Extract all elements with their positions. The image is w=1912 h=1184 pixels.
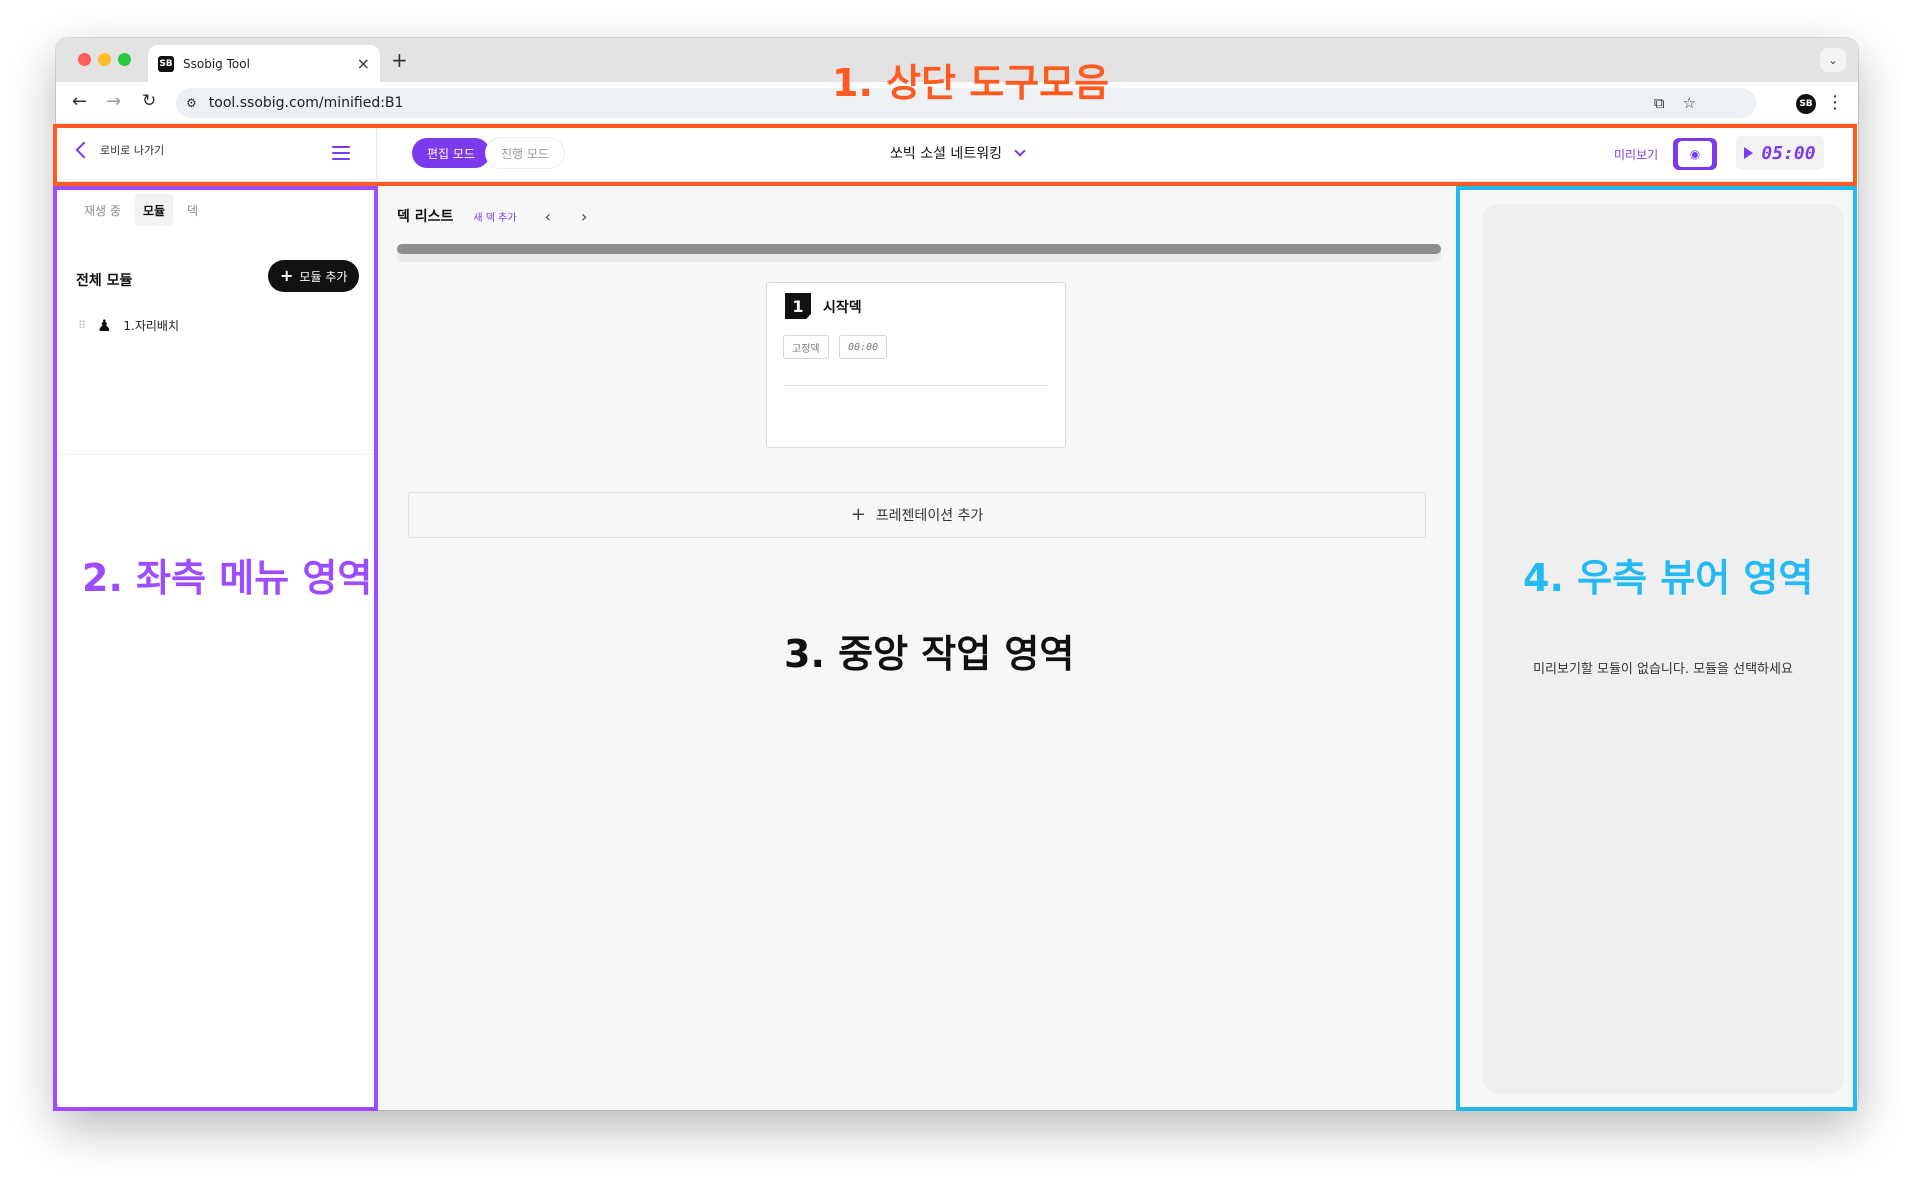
fixed-deck-badge: 고정덱 bbox=[783, 335, 829, 359]
deck-card[interactable]: 1 시작덱 고정덱 00:00 bbox=[766, 282, 1066, 448]
back-to-lobby-button[interactable]: 로비로 나가기 bbox=[74, 141, 165, 159]
close-window-button[interactable] bbox=[78, 53, 91, 66]
forward-arrow-icon[interactable]: → bbox=[106, 91, 121, 112]
add-module-button[interactable]: + 모듈 추가 bbox=[268, 260, 360, 292]
site-info-icon[interactable]: ⚙ bbox=[186, 96, 197, 110]
tab-title: Ssobig Tool bbox=[183, 56, 250, 71]
mode-toggle: 편집 모드 진행 모드 bbox=[412, 138, 564, 168]
left-panel-tabs: 재생 중 모듈 덱 bbox=[76, 194, 206, 226]
left-menu-panel: 재생 중 모듈 덱 전체 모듈 + 모듈 추가 ⠿ ♟ 1.자리배치 bbox=[56, 182, 376, 1110]
drag-handle-icon[interactable]: ⠿ bbox=[78, 319, 86, 332]
annotation-label-top-toolbar: 1. 상단 도구모음 bbox=[832, 61, 1110, 105]
deck-number-badge: 1 bbox=[785, 293, 811, 319]
add-presentation-button[interactable]: + 프레젠테이션 추가 bbox=[408, 492, 1426, 538]
timer-value: 05:00 bbox=[1761, 142, 1816, 164]
plus-icon: + bbox=[850, 504, 866, 525]
back-to-lobby-label: 로비로 나가기 bbox=[100, 144, 165, 157]
deck-duration-badge: 00:00 bbox=[839, 335, 888, 359]
deck-list-header: 덱 리스트 새 덱 추가 ‹ › bbox=[397, 206, 587, 226]
bookmark-star-icon[interactable]: ☆ bbox=[1683, 94, 1696, 112]
maximize-window-button[interactable] bbox=[118, 53, 131, 66]
eye-icon: ◉ bbox=[1678, 141, 1712, 167]
annotation-label-center-workspace: 3. 중앙 작업 영역 bbox=[784, 632, 1075, 676]
chevron-right-icon[interactable]: › bbox=[581, 207, 587, 226]
reload-icon[interactable]: ↻ bbox=[142, 91, 156, 111]
back-arrow-icon[interactable]: ← bbox=[72, 91, 87, 112]
add-new-deck-link[interactable]: 새 덱 추가 bbox=[473, 209, 516, 224]
seating-people-icon: ♟ bbox=[97, 316, 112, 335]
chevron-down-icon bbox=[1014, 144, 1026, 157]
deck-name: 시작덱 bbox=[823, 300, 862, 316]
tab-close-icon[interactable]: × bbox=[357, 54, 370, 73]
deck-card-divider bbox=[783, 385, 1049, 386]
new-tab-button[interactable]: + bbox=[391, 48, 408, 72]
right-viewer-panel: 미리보기할 모듈이 없습니다. 모듈을 선택하세요 bbox=[1460, 182, 1858, 1110]
chevron-left-icon[interactable]: ‹ bbox=[545, 207, 551, 226]
viewer-empty-message: 미리보기할 모듈이 없습니다. 모듈을 선택하세요 bbox=[1533, 662, 1793, 677]
add-module-label: 모듈 추가 bbox=[299, 269, 348, 284]
browser-tab[interactable]: SB Ssobig Tool × bbox=[148, 45, 380, 82]
plus-icon: + bbox=[280, 266, 294, 285]
deck-list-title: 덱 리스트 bbox=[397, 209, 454, 225]
deck-scrollbar-track[interactable] bbox=[397, 244, 1441, 262]
hamburger-menu-icon[interactable] bbox=[332, 146, 350, 160]
open-external-icon[interactable]: ⧉ bbox=[1654, 94, 1665, 112]
minimize-window-button[interactable] bbox=[98, 53, 111, 66]
preview-viewer: 미리보기할 모듈이 없습니다. 모듈을 선택하세요 bbox=[1482, 204, 1844, 1094]
tab-search-dropdown-icon[interactable]: ⌄ bbox=[1820, 48, 1846, 72]
top-toolbar: 로비로 나가기 편집 모드 진행 모드 쏘빅 소셜 네트워킹 미리보기 ◉ 05… bbox=[56, 124, 1858, 182]
url-text[interactable]: tool.ssobig.com/minified:B1 bbox=[209, 95, 404, 111]
profile-avatar[interactable]: SB bbox=[1796, 94, 1816, 114]
preview-toggle[interactable]: ◉ bbox=[1673, 138, 1717, 170]
browser-menu-icon[interactable]: ⋮ bbox=[1826, 92, 1844, 113]
left-panel-divider bbox=[56, 454, 375, 455]
annotation-label-left-menu: 2. 좌측 메뉴 영역 bbox=[82, 556, 373, 600]
add-presentation-label: 프레젠테이션 추가 bbox=[875, 508, 984, 524]
all-modules-heading: 전체 모듈 bbox=[76, 273, 133, 289]
project-title: 쏘빅 소셜 네트워킹 bbox=[890, 146, 1002, 162]
toolbar-divider bbox=[376, 124, 377, 182]
project-selector[interactable]: 쏘빅 소셜 네트워킹 bbox=[890, 143, 1026, 163]
edit-mode-button[interactable]: 편집 모드 bbox=[412, 138, 490, 168]
tab-modules[interactable]: 모듈 bbox=[134, 194, 174, 226]
play-icon bbox=[1744, 147, 1754, 159]
ssobig-favicon-icon: SB bbox=[158, 55, 174, 72]
module-label: 1.자리배치 bbox=[123, 319, 180, 333]
annotation-label-right-viewer: 4. 우측 뷰어 영역 bbox=[1523, 556, 1814, 600]
tab-now-playing[interactable]: 재생 중 bbox=[76, 194, 129, 226]
preview-label: 미리보기 bbox=[1614, 148, 1659, 162]
tab-decks[interactable]: 덱 bbox=[179, 194, 206, 226]
deck-scrollbar-thumb[interactable] bbox=[397, 244, 1441, 254]
chevron-left-icon bbox=[75, 141, 93, 159]
timer-play-button[interactable]: 05:00 bbox=[1736, 136, 1824, 170]
project-title-wrap: 쏘빅 소셜 네트워킹 bbox=[56, 143, 1858, 163]
run-mode-button[interactable]: 진행 모드 bbox=[485, 138, 564, 168]
list-item[interactable]: ⠿ ♟ 1.자리배치 bbox=[78, 316, 179, 335]
app-root: 로비로 나가기 편집 모드 진행 모드 쏘빅 소셜 네트워킹 미리보기 ◉ 05… bbox=[56, 124, 1858, 1110]
